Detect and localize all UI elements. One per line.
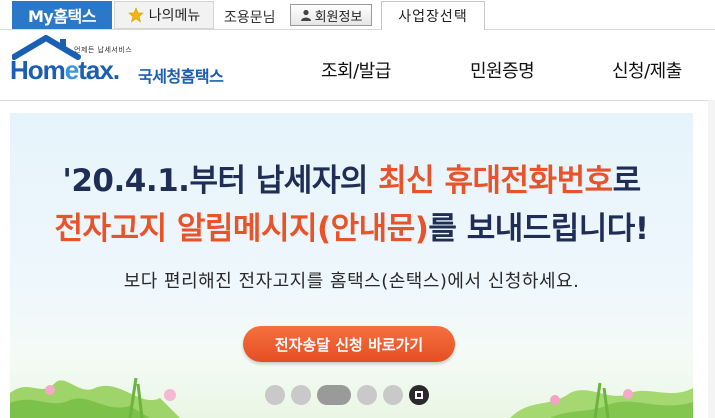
banner-subtext: 보다 편리해진 전자고지를 홈택스(손택스)에서 신청하세요. <box>123 271 580 292</box>
nav-apply-submit[interactable]: 신청/제출 <box>612 57 682 83</box>
banner-headline-2b: 를 보내드립니다! <box>428 211 649 247</box>
slider-dot[interactable] <box>357 385 377 405</box>
logo-wordmark-a: Hom <box>10 55 66 85</box>
main-header: 언제든 납세서비스 Hometax. 국세청홈택스 조회/발급 민원증명 신청/… <box>0 31 715 101</box>
member-info-button[interactable]: 회원정보 <box>290 4 372 26</box>
banner-highlight-1: 최신 휴대전화번호 <box>378 163 613 199</box>
nav-civil-certificate[interactable]: 민원증명 <box>470 57 535 83</box>
slider-dot[interactable] <box>383 385 403 405</box>
hometax-logo[interactable]: 언제든 납세서비스 Hometax. 국세청홈택스 <box>10 35 240 95</box>
banner-headline-1a: '20.4.1.부터 납세자의 <box>62 163 379 199</box>
page-scrollbar[interactable] <box>708 100 715 418</box>
slider-dot[interactable] <box>291 385 311 405</box>
logo-wordmark-b: tax. <box>78 55 120 85</box>
logo-wordmark-e: e <box>64 55 80 85</box>
member-info-label: 회원정보 <box>314 9 363 25</box>
logo-wordmark: Hometax. <box>10 55 120 86</box>
top-utility-bar: My홈택스 나의메뉴 조용문님 회원정보 사업장선택 <box>0 0 715 30</box>
main-banner: '20.4.1.부터 납세자의 최신 휴대전화번호로 전자고지 알림메시지(안내… <box>10 113 693 418</box>
grass-decoration <box>10 377 693 418</box>
nav-inquiry-issue[interactable]: 조회/발급 <box>321 57 391 83</box>
banner-headline-2: 전자고지 알림메시지(안내문)를 보내드립니다! <box>10 203 693 248</box>
stop-icon[interactable] <box>409 385 429 405</box>
my-menu-tab[interactable]: 나의메뉴 <box>114 1 214 29</box>
banner-highlight-2: 전자고지 알림메시지(안내문) <box>54 211 429 247</box>
my-hometax-tab[interactable]: My홈택스 <box>12 1 112 29</box>
logo-tagline: 언제든 납세서비스 <box>74 46 133 54</box>
banner-headline-1b: 로 <box>612 163 642 199</box>
person-icon <box>300 9 311 21</box>
select-business-button[interactable]: 사업장선택 <box>381 1 485 30</box>
slider-dot-active[interactable] <box>317 385 351 405</box>
slider-dot[interactable] <box>265 385 285 405</box>
banner-headline-1: '20.4.1.부터 납세자의 최신 휴대전화번호로 <box>10 155 693 200</box>
star-icon <box>127 7 144 23</box>
my-menu-label: 나의메뉴 <box>148 8 201 24</box>
user-name: 조용문님 <box>224 10 276 26</box>
logo-korean-name: 국세청홈택스 <box>138 67 224 86</box>
slider-pagination <box>265 384 429 406</box>
